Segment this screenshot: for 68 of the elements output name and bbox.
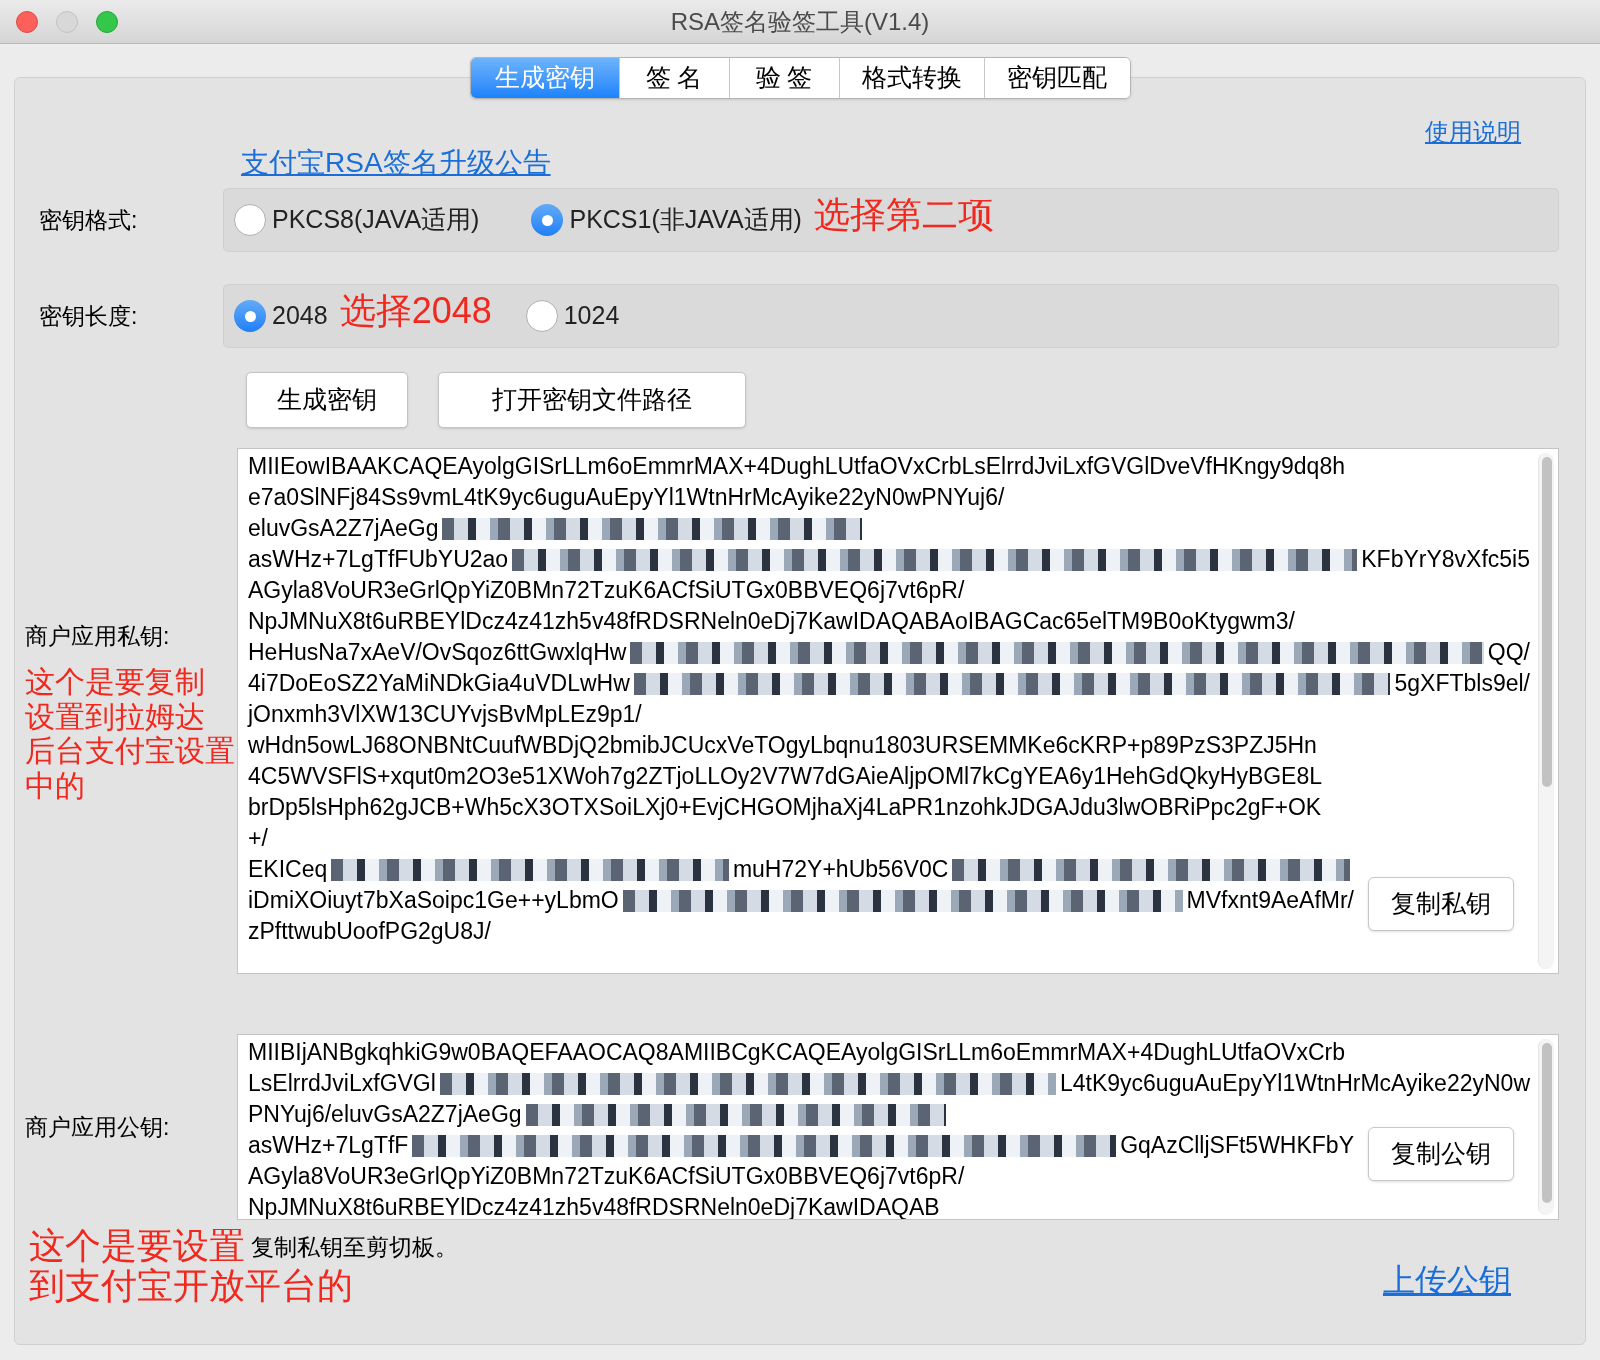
tab[interactable]: 格式转换	[838, 58, 984, 98]
key-text-area[interactable]	[237, 448, 1559, 974]
option-label[interactable]: PKCS8(JAVA适用)	[272, 201, 480, 239]
annotation-text: 选择第二项	[813, 193, 994, 237]
key-text: MIIEowIBAAKCAQEAyolgGISrLLm6oEmmrMAX+4DughLUtfaOVxCrbLsElrrdJviLxfGVGlDveVfHKngy9dq8h	[248, 452, 1345, 482]
field-label: 商户应用私钥:	[25, 621, 171, 651]
annotation-text: 设置到拉姆达	[25, 699, 206, 735]
key-text: asWHz+7LgTfF	[248, 1131, 409, 1161]
key-text: MVfxnt9AeAfMr/	[1186, 886, 1354, 916]
annotation-text: 这个是要设置	[29, 1226, 245, 1266]
action-button[interactable]: 生成密钥	[246, 372, 408, 428]
announcement-link[interactable]: 支付宝RSA签名升级公告	[241, 147, 551, 178]
radio-button[interactable]	[531, 204, 564, 236]
radio-button[interactable]	[525, 300, 558, 332]
window-title: RSA签名验签工具(V1.4)	[670, 6, 930, 37]
field-label: 密钥长度:	[38, 301, 139, 331]
annotation-text: 这个是要复制	[25, 665, 206, 700]
key-text: iDmiXOiuyt7bXaSoipc1Ge++yLbmO	[248, 886, 619, 916]
action-button[interactable]: 打开密钥文件路径	[438, 372, 746, 428]
key-text: 4C5WVSFlS+xqut0m2O3e51XWoh7g2ZTjoLLOy2V7W7dGAieAljpOMl7kCgYEA6y1HehGdQkyHyBGE8L	[248, 762, 1323, 792]
close-button[interactable]	[16, 11, 38, 33]
copy-button[interactable]: 复制公钥	[1368, 1127, 1514, 1181]
key-text: 5gXFTbls9el/	[1394, 669, 1530, 699]
key-text: NpJMNuX8t6uRBEYlDcz4z41zh5v48fRDSRNeln0eDj7KawIDAQABAoIBAGCac65elTM9B0oKtygwm3/	[248, 607, 1295, 637]
radio-button[interactable]	[234, 300, 266, 332]
key-text: eluvGsA2Z7jAeGg	[248, 514, 439, 544]
annotation-text: 到支付宝开放平台的	[29, 1265, 353, 1306]
upload-link[interactable]: 上传公钥	[1383, 1256, 1511, 1304]
annotation-text: 选择2048	[339, 289, 492, 333]
radio-button[interactable]	[234, 204, 266, 236]
key-text: wHdn5owLJ68ONBNtCuufWBDjQ2bmibJCUcxVeTOgyLbqnu1803URSEMMKe6cKRP+p89PzS3PZJ5Hn	[248, 731, 1317, 761]
field-label: 密钥格式:	[38, 205, 139, 235]
key-text: HeHusNa7xAeV/OvSqoz6ttGwxlqHw	[248, 638, 627, 668]
minimize-button[interactable]	[56, 11, 78, 33]
key-text: +/	[248, 824, 268, 854]
key-text: asWHz+7LgTfFUbYU2ao	[248, 545, 509, 575]
key-text: GqAzClljSFt5WHKFbY	[1120, 1131, 1354, 1161]
key-text: KFbYrY8vXfc5i5	[1361, 545, 1530, 575]
option-label[interactable]: PKCS1(非JAVA适用)	[569, 201, 802, 239]
field-label: 商户应用公钥:	[25, 1112, 171, 1142]
annotation-text: 后台支付宝设置	[25, 734, 236, 769]
key-text: zPfttwubUoofPG2gU8J/	[248, 917, 491, 947]
help-link[interactable]: 使用说明	[1425, 114, 1521, 150]
key-text: brDp5lsHph62gJCB+Wh5cX3OTXSoiLXj0+EvjCHGOMjhaXj4LaPR1nzohkJDGAJdu3lwOBRiPpc2gF+OK	[248, 793, 1322, 823]
key-text: PNYuj6/eluvGsA2Z7jAeGg	[248, 1100, 522, 1130]
key-text: e7a0SlNFj84Ss9vmL4tK9yc6uguAuEpyYl1WtnHrMcAyike22yN0wPNYuj6/	[248, 483, 1005, 513]
key-text: MIIBIjANBgkqhkiG9w0BAQEFAAOCAQ8AMIIBCgKCAQEAyolgGISrLLm6oEmmrMAX+4DughLUtfaOVxCrb	[248, 1038, 1345, 1068]
tab[interactable]: 验 签	[728, 58, 839, 98]
scrollbar[interactable]	[1538, 453, 1554, 969]
tab[interactable]: 密钥匹配	[983, 58, 1130, 98]
key-text: AGyla8VoUR3eGrlQpYiZ0BMn72TzuK6ACfSiUTGx0BBVEQ6j7vt6pR/	[248, 1162, 965, 1192]
key-text: QQ/	[1487, 638, 1530, 668]
key-text: AGyla8VoUR3eGrlQpYiZ0BMn72TzuK6ACfSiUTGx0BBVEQ6j7vt6pR/	[248, 576, 965, 606]
key-text: EKICeq	[248, 855, 328, 885]
key-text-area[interactable]	[237, 1034, 1559, 1220]
zoom-button[interactable]	[96, 11, 118, 33]
option-label[interactable]: 2048	[272, 297, 328, 335]
key-text: LsElrrdJviLxfGVGl	[248, 1069, 436, 1099]
key-text: 4i7DoEoSZ2YaMiNDkGia4uVDLwHw	[248, 669, 630, 699]
key-text: jOnxmh3VlXW13CUYvjsBvMpLEz9p1/	[248, 700, 642, 730]
option-label[interactable]: 1024	[563, 297, 620, 335]
status-text: 复制私钥至剪切板。	[251, 1233, 458, 1262]
key-text: muH72Y+hUb56V0C	[732, 855, 949, 885]
key-text: L4tK9yc6uguAuEpyYl1WtnHrMcAyike22yN0w	[1059, 1069, 1530, 1099]
copy-button[interactable]: 复制私钥	[1368, 877, 1514, 931]
annotation-text: 中的	[25, 768, 86, 804]
tab[interactable]: 签 名	[618, 58, 729, 98]
scrollbar[interactable]	[1538, 1039, 1554, 1215]
